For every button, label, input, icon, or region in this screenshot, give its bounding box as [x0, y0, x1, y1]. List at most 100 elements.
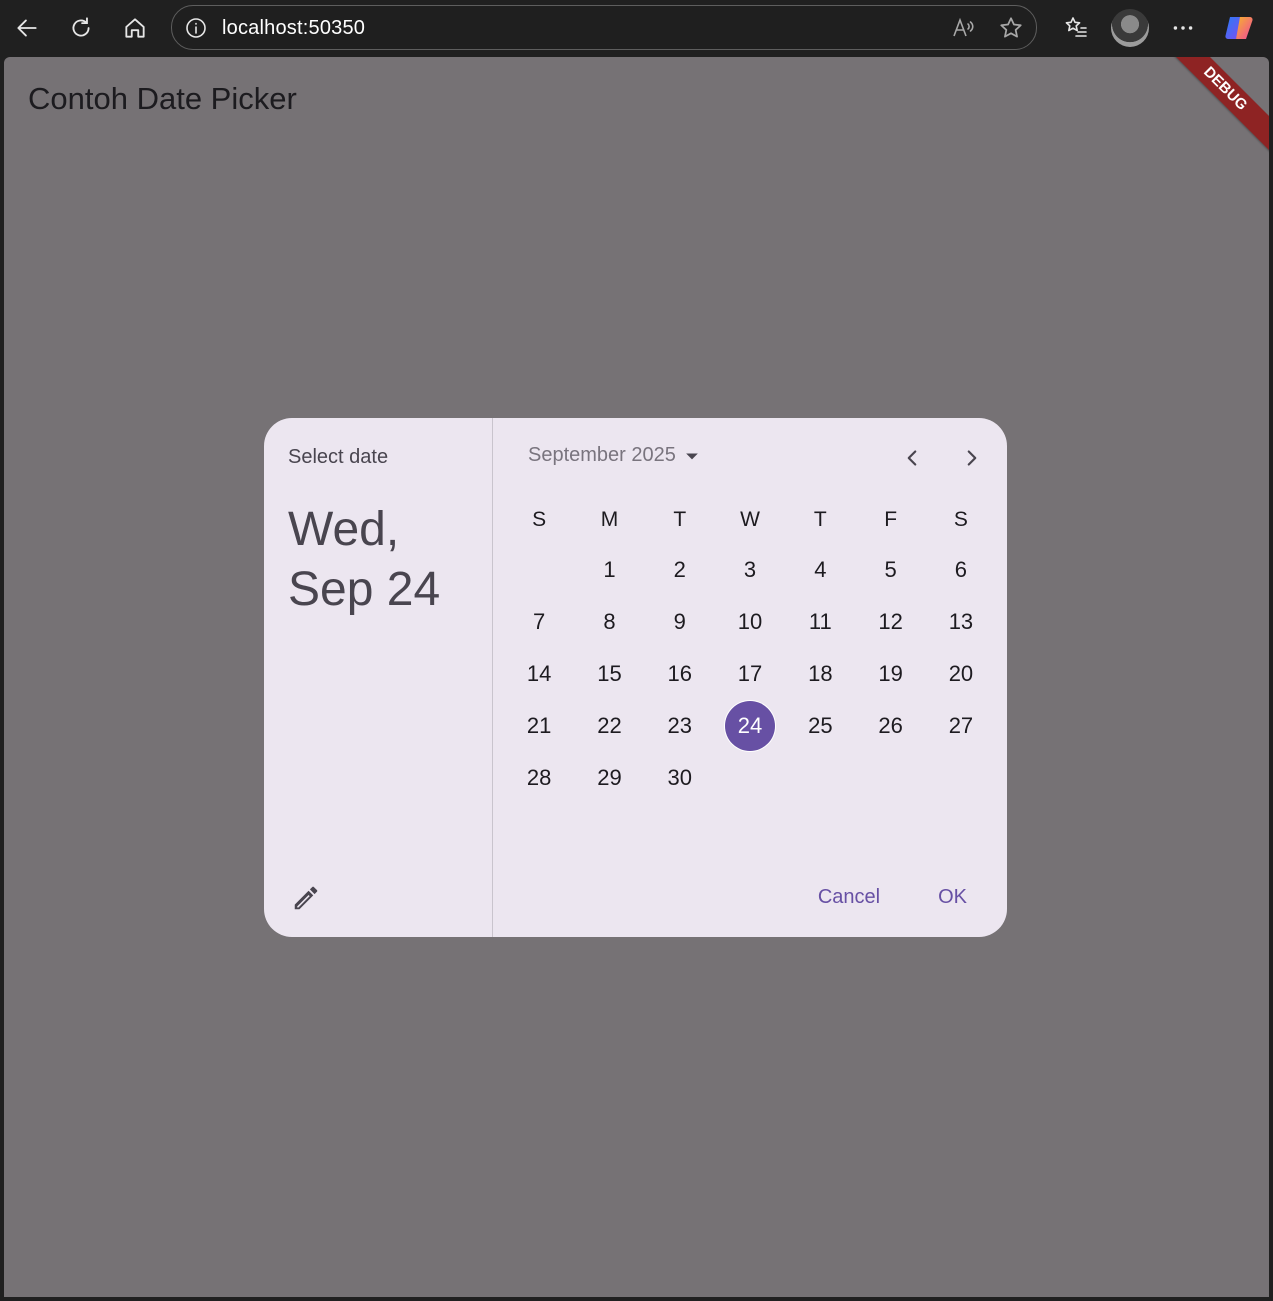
- read-aloud-icon[interactable]: [950, 15, 976, 41]
- day-number: 17: [737, 661, 763, 686]
- favorite-star-icon[interactable]: [998, 15, 1024, 41]
- day-number: 11: [808, 609, 832, 634]
- day-cell[interactable]: 1: [574, 544, 644, 596]
- day-number: 5: [884, 557, 897, 582]
- day-cell[interactable]: 19: [855, 648, 925, 700]
- day-cell[interactable]: 30: [645, 752, 715, 804]
- more-menu-button[interactable]: [1164, 9, 1202, 47]
- weekday-header: S: [532, 508, 547, 531]
- day-number: 2: [673, 557, 686, 582]
- reload-button[interactable]: [62, 9, 100, 47]
- month-year-dropdown[interactable]: September 2025: [528, 444, 702, 467]
- day-number: 7: [533, 609, 546, 634]
- dialog-actions: Cancel OK: [818, 886, 967, 909]
- day-cell[interactable]: 15: [574, 648, 644, 700]
- day-number: 26: [878, 713, 903, 738]
- day-cell[interactable]: 18: [785, 648, 855, 700]
- debug-banner: DEBUG: [1159, 57, 1269, 155]
- day-cell[interactable]: 23: [645, 700, 715, 752]
- day-number: 6: [954, 557, 968, 582]
- favorites-list-icon: [1065, 17, 1087, 37]
- select-date-label: Select date: [288, 446, 389, 468]
- day-number: 25: [808, 713, 833, 738]
- day-cell[interactable]: 9: [645, 596, 715, 648]
- input-mode-button[interactable]: [286, 878, 326, 918]
- day-number: 15: [597, 661, 622, 686]
- day-number: 24: [737, 713, 763, 738]
- day-cell[interactable]: 12: [855, 596, 925, 648]
- next-month-button[interactable]: [956, 442, 988, 474]
- back-button[interactable]: [8, 9, 46, 47]
- day-cell[interactable]: 25: [785, 700, 855, 752]
- site-info-icon[interactable]: [184, 16, 208, 40]
- weekday-header: W: [740, 508, 760, 531]
- day-cell[interactable]: 22: [574, 700, 644, 752]
- more-horizontal-icon: [1173, 26, 1193, 30]
- day-cell[interactable]: 16: [645, 648, 715, 700]
- day-cell[interactable]: 2: [645, 544, 715, 596]
- day-number: 13: [948, 609, 974, 634]
- day-cell[interactable]: 10: [715, 596, 785, 648]
- app-viewport: Contoh Date Picker DEBUG Select date Wed…: [4, 57, 1269, 1297]
- headline-date: Sep 24: [288, 563, 441, 616]
- dropdown-arrow-icon: [686, 453, 698, 459]
- day-cell[interactable]: 11: [785, 596, 855, 648]
- cancel-button[interactable]: Cancel: [818, 886, 880, 909]
- chevron-right-icon: [967, 450, 977, 466]
- day-cell[interactable]: 5: [855, 544, 925, 596]
- day-number: 12: [878, 609, 903, 634]
- day-number: 22: [597, 713, 622, 738]
- day-number: 1: [603, 557, 616, 582]
- day-number: 9: [673, 609, 686, 634]
- day-number: 21: [526, 713, 552, 738]
- day-cell[interactable]: 20: [926, 648, 996, 700]
- day-cell[interactable]: 21: [504, 700, 574, 752]
- url-text[interactable]: localhost:50350: [222, 17, 365, 40]
- browser-toolbar: localhost:50350: [0, 0, 1273, 57]
- ok-button[interactable]: OK: [938, 886, 967, 909]
- home-icon: [125, 18, 145, 38]
- day-cell[interactable]: 17: [715, 648, 785, 700]
- address-bar[interactable]: localhost:50350: [171, 5, 1037, 50]
- back-arrow-icon: [17, 19, 37, 37]
- day-number: 20: [948, 661, 974, 686]
- day-cell[interactable]: 4: [785, 544, 855, 596]
- day-number: 8: [603, 609, 616, 634]
- day-cell[interactable]: 27: [926, 700, 996, 752]
- day-number: 30: [667, 765, 692, 790]
- day-cell[interactable]: 7: [504, 596, 574, 648]
- profile-avatar[interactable]: [1111, 9, 1149, 47]
- day-cell[interactable]: 3: [715, 544, 785, 596]
- day-number: 18: [808, 661, 833, 686]
- day-number: 14: [526, 661, 552, 686]
- pencil-icon: [294, 886, 318, 910]
- chevron-left-icon: [907, 450, 917, 466]
- favorites-button[interactable]: [1057, 9, 1095, 47]
- app-bar-title: Contoh Date Picker: [28, 81, 297, 116]
- day-number: 10: [737, 609, 763, 634]
- weekday-header: S: [953, 508, 968, 531]
- day-cell[interactable]: 28: [504, 752, 574, 804]
- day-cell[interactable]: 6: [926, 544, 996, 596]
- previous-month-button[interactable]: [896, 442, 928, 474]
- day-cell[interactable]: 8: [574, 596, 644, 648]
- day-cell[interactable]: 29: [574, 752, 644, 804]
- weekday-header: T: [673, 508, 687, 531]
- date-picker-header: Select date Wed, Sep 24: [264, 418, 492, 937]
- headline-weekday: Wed,: [288, 503, 400, 556]
- day-number: 28: [526, 765, 552, 790]
- weekday-header: F: [884, 508, 898, 531]
- home-button[interactable]: [116, 9, 154, 47]
- day-cell[interactable]: 26: [855, 700, 925, 752]
- weekday-header: M: [600, 508, 619, 531]
- selected-date-headline: Wed, Sep 24: [288, 500, 440, 620]
- copilot-icon[interactable]: [1222, 9, 1260, 47]
- day-number: 23: [667, 713, 692, 738]
- day-cell[interactable]: 13: [926, 596, 996, 648]
- day-number: 16: [667, 661, 692, 686]
- day-cell-selected[interactable]: 24: [715, 700, 785, 752]
- day-cell[interactable]: 14: [504, 648, 574, 700]
- day-number: 29: [597, 765, 622, 790]
- day-number: 19: [878, 661, 903, 686]
- calendar-grid: S M T W T F S 1 2 3 4 5 6 7 8 9 10 11 12 13 14 15 16 17 18 19 20 21…: [504, 496, 996, 804]
